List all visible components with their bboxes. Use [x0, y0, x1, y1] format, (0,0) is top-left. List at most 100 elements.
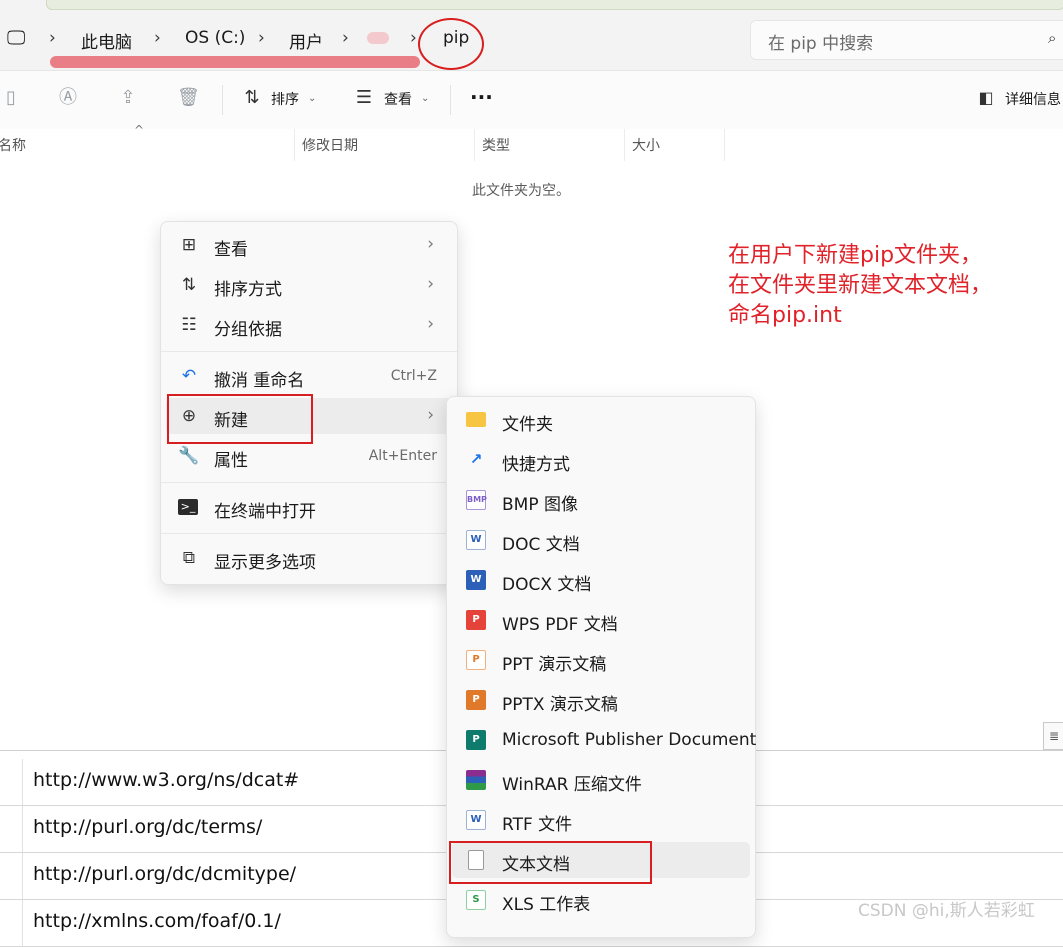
search-icon[interactable]: ⌕	[1048, 29, 1056, 47]
submenu-item-pptx[interactable]: P PPTX 演示文稿	[452, 682, 750, 718]
submenu-item-label: DOC 文档	[502, 535, 580, 555]
list-view-icon[interactable]: ≣	[1043, 722, 1063, 750]
submenu-item-wps-pdf[interactable]: P WPS PDF 文档	[452, 602, 750, 638]
column-name[interactable]: 名称	[0, 135, 26, 155]
delete-icon[interactable]: 🗑	[177, 87, 200, 109]
sort-icon: ⇅	[181, 275, 197, 295]
breadcrumb-users[interactable]: 用户	[289, 28, 323, 53]
annotation-line: 在文件夹里新建文本文档，	[728, 273, 993, 298]
highlight-circle	[418, 18, 484, 70]
chevron-right-icon: ›	[427, 274, 434, 294]
folder-icon	[466, 412, 486, 427]
submenu-item-label: 文件夹	[502, 415, 553, 435]
breadcrumb-os-c[interactable]: OS (C:)	[185, 28, 245, 48]
column-divider[interactable]	[724, 129, 725, 161]
menu-divider	[161, 533, 457, 534]
empty-folder-message: 此文件夹为空。	[472, 183, 570, 199]
rename-icon[interactable]: Ⓐ	[57, 87, 79, 109]
toolbar-divider	[450, 85, 451, 115]
menu-item-show-more[interactable]: ⧉ 显示更多选项	[166, 540, 452, 576]
group-list-icon: ☷	[181, 315, 197, 335]
menu-item-label: 撤消 重命名	[214, 371, 305, 391]
word-doc-icon: W	[466, 530, 486, 550]
menu-item-view[interactable]: ⊞ 查看 ›	[166, 227, 452, 263]
watermark: CSDN @hi,斯人若彩虹	[858, 901, 1035, 921]
submenu-item-label: BMP 图像	[502, 495, 578, 515]
annotation-text: 在用户下新建pip文件夹， 在文件夹里新建文本文档， 命名pip.int	[728, 241, 992, 331]
view-icon: ☰	[355, 87, 373, 108]
submenu-item-bmp[interactable]: BMP BMP 图像	[452, 482, 750, 518]
table-cell: http://purl.org/dc/terms/	[33, 816, 263, 838]
redaction-bar	[50, 56, 420, 68]
column-size[interactable]: 大小	[632, 135, 660, 155]
pptx-icon: P	[466, 690, 486, 710]
ppt-icon: P	[466, 650, 486, 670]
sort-caret-icon: ^	[134, 123, 145, 137]
chevron-right-icon: ›	[427, 314, 434, 334]
shortcut-label: Alt+Enter	[368, 448, 437, 464]
menu-item-group[interactable]: ☷ 分组依据 ›	[166, 307, 452, 343]
menu-item-open-terminal[interactable]: >_ 在终端中打开	[166, 489, 452, 525]
address-bar: 🖵 › 此电脑 › OS (C:) › 用户 › › pip 在 pip 中搜索…	[0, 18, 1063, 71]
breadcrumb-this-pc[interactable]: 此电脑	[81, 28, 132, 53]
submenu-item-winrar[interactable]: WinRAR 压缩文件	[452, 762, 750, 798]
shortcut-arrow-icon: ↗	[469, 450, 483, 468]
submenu-item-ppt[interactable]: P PPT 演示文稿	[452, 642, 750, 678]
chevron-right-icon: ›	[154, 28, 161, 48]
chevron-right-icon: ›	[410, 28, 417, 48]
details-pane-icon: ◧	[978, 88, 994, 107]
chevron-right-icon: ›	[49, 28, 56, 48]
table-cell: http://xmlns.com/foaf/0.1/	[33, 910, 281, 932]
menu-divider	[161, 351, 457, 352]
sort-button[interactable]: 排序	[271, 89, 299, 109]
submenu-item-label: Microsoft Publisher Document	[502, 730, 757, 750]
share-icon[interactable]: ⇪	[117, 87, 139, 109]
more-options-button[interactable]: ···	[470, 85, 493, 109]
highlight-box-new	[167, 394, 313, 444]
submenu-item-rtf[interactable]: W RTF 文件	[452, 802, 750, 838]
shortcut-label: Ctrl+Z	[390, 368, 437, 384]
submenu-item-doc[interactable]: W DOC 文档	[452, 522, 750, 558]
publisher-icon: P	[466, 730, 486, 750]
tab-strip	[46, 0, 1063, 10]
column-type[interactable]: 类型	[482, 135, 510, 155]
menu-item-label: 排序方式	[214, 280, 282, 300]
submenu-item-xls[interactable]: S XLS 工作表	[452, 882, 750, 918]
computer-icon[interactable]: 🖵	[7, 27, 25, 49]
paste-icon[interactable]: ▯	[0, 87, 22, 109]
submenu-item-docx[interactable]: W DOCX 文档	[452, 562, 750, 598]
redacted-username	[367, 32, 389, 44]
column-divider[interactable]	[624, 129, 625, 161]
column-header-row: ^ 名称 修改日期 类型 大小	[0, 123, 1063, 161]
annotation-line: 在用户下新建pip文件夹，	[728, 243, 983, 268]
submenu-item-label: RTF 文件	[502, 815, 573, 835]
submenu-item-label: DOCX 文档	[502, 575, 592, 595]
submenu-item-publisher[interactable]: P Microsoft Publisher Document	[452, 722, 756, 758]
menu-item-sort[interactable]: ⇅ 排序方式 ›	[166, 267, 452, 303]
chevron-right-icon: ›	[258, 28, 265, 48]
grid-icon: ⊞	[181, 235, 197, 255]
command-bar: ▯ Ⓐ ⇪ 🗑 ⇅ 排序 ⌄ ☰ 查看 ⌄ ··· ◧ 详细信息	[0, 71, 1063, 130]
submenu-item-shortcut[interactable]: ↗ 快捷方式	[452, 442, 750, 478]
table-cell: http://www.w3.org/ns/dcat#	[33, 769, 300, 791]
xls-icon: S	[466, 890, 486, 910]
submenu-item-label: PPT 演示文稿	[502, 655, 607, 675]
chevron-down-icon: ⌄	[421, 93, 430, 104]
menu-item-label: 分组依据	[214, 320, 282, 340]
menu-item-undo-rename[interactable]: ↶ 撤消 重命名 Ctrl+Z	[166, 358, 452, 394]
details-button[interactable]: 详细信息	[1005, 89, 1061, 109]
expand-icon: ⧉	[182, 548, 196, 568]
column-modified[interactable]: 修改日期	[302, 135, 358, 155]
menu-item-label: 属性	[214, 451, 248, 471]
chevron-down-icon: ⌄	[308, 93, 317, 104]
column-divider[interactable]	[474, 129, 475, 161]
view-button[interactable]: 查看	[384, 89, 412, 109]
column-divider[interactable]	[294, 129, 295, 161]
submenu-item-label: PPTX 演示文稿	[502, 695, 618, 715]
submenu-item-label: XLS 工作表	[502, 895, 591, 915]
highlight-box-text-document	[449, 841, 652, 884]
search-box[interactable]: 在 pip 中搜索 ⌕	[750, 20, 1063, 60]
submenu-item-label: 快捷方式	[502, 455, 570, 475]
submenu-item-folder[interactable]: 文件夹	[452, 402, 750, 438]
annotation-line: 命名pip.int	[728, 303, 842, 328]
